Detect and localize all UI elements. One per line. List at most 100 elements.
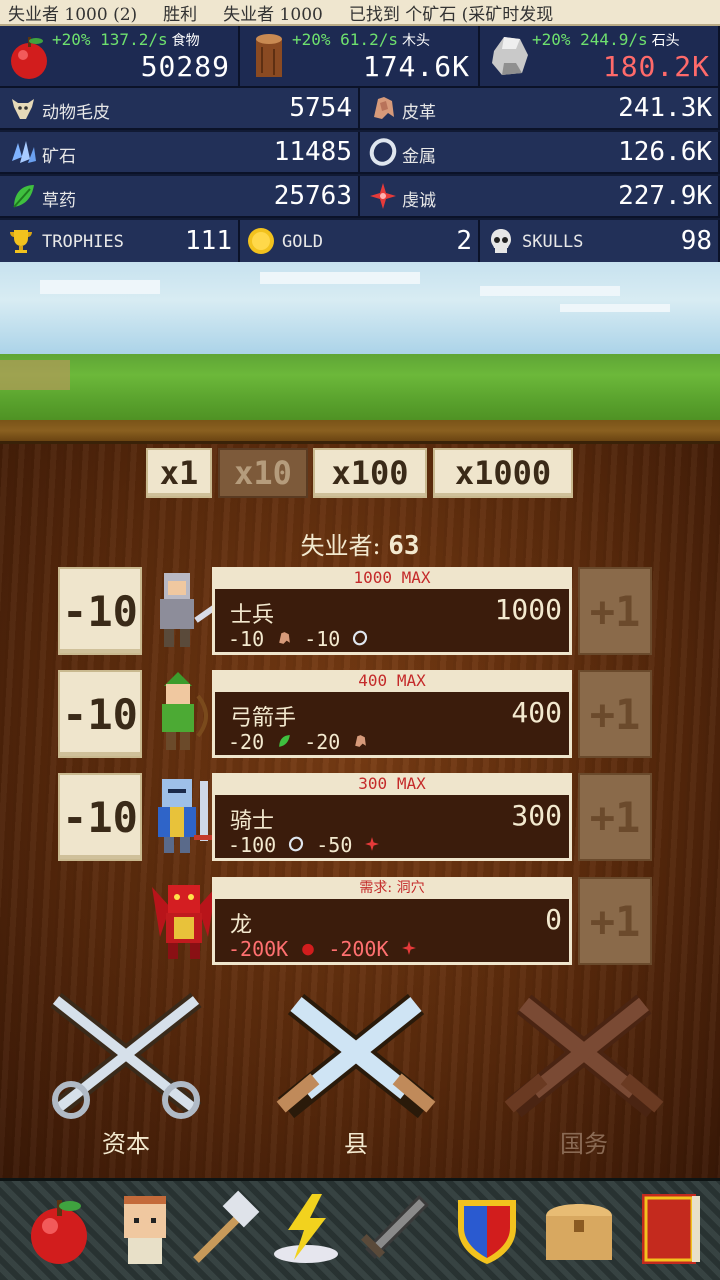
wood-label: 木头	[401, 33, 430, 49]
herb-icon	[13, 185, 34, 208]
unit-card-archer: 400 MAX 弓箭手 400 -20 -20	[150, 670, 572, 758]
capital-crossed-swords-icon[interactable]	[26, 990, 226, 1130]
stone-rate: +20% 244.9/s	[532, 30, 648, 49]
unit-count: 1000	[494, 593, 562, 626]
unit-name: 士兵	[230, 603, 275, 628]
book-icon[interactable]	[632, 1190, 710, 1268]
wood-production[interactable]: +20% 61.2/s 木头 174.6K	[240, 26, 480, 88]
stone-production[interactable]: +20% 244.9/s 石头 180.2K	[480, 26, 720, 88]
nav-label-state[interactable]: 国务	[484, 1124, 684, 1159]
multiplier-x10-button[interactable]: x10	[218, 448, 308, 498]
archer-plus-button[interactable]: +1	[578, 670, 652, 758]
unit-name: 弓箭手	[230, 706, 297, 731]
unit-cost-amount: -20	[228, 730, 265, 754]
resource-ore[interactable]: 矿石 11485	[0, 132, 360, 174]
cloud	[260, 272, 420, 284]
resource-label: 皮革	[402, 103, 436, 123]
leather-icon	[374, 97, 394, 119]
status-item: 失业者 1000	[223, 4, 323, 25]
archer-minus-button[interactable]: -10	[58, 670, 142, 758]
multiplier-x100-button[interactable]: x100	[313, 448, 427, 498]
apple-icon	[302, 943, 315, 956]
metal-ring-icon	[369, 138, 397, 166]
trophy-icon	[10, 230, 32, 253]
unit-count: 300	[511, 799, 562, 832]
food-production[interactable]: +20% 137.2/s 食物 50289	[0, 26, 240, 88]
unit-max-label: 300 MAX	[212, 773, 572, 795]
resource-value: 11485	[273, 137, 352, 167]
multiplier-x1000-button[interactable]: x1000	[433, 448, 573, 498]
currency-value: 2	[456, 226, 472, 256]
resource-label: 草药	[42, 191, 76, 211]
hammer-icon[interactable]	[186, 1190, 264, 1268]
nav-label-capital[interactable]: 资本	[26, 1124, 226, 1159]
unit-count: 0	[545, 903, 562, 936]
currency-trophies[interactable]: TROPHIES 111	[0, 220, 240, 262]
ore-icon	[12, 141, 36, 163]
idle-label: 失业者:	[300, 532, 381, 560]
lightning-icon[interactable]	[266, 1190, 344, 1268]
villager-icon[interactable]	[106, 1190, 184, 1268]
unit-cost-amount: -200K	[328, 937, 389, 961]
currency-value: 111	[185, 226, 232, 256]
resource-row: 草药 25763 虔诚 227.9K	[0, 176, 720, 218]
multiplier-x1-button[interactable]: x1	[146, 448, 212, 498]
resource-metal[interactable]: 金属 126.6K	[360, 132, 720, 174]
resource-animal-hide[interactable]: 动物毛皮 5754	[0, 88, 360, 130]
shield-icon[interactable]	[448, 1190, 526, 1268]
metal-ring-icon	[289, 836, 304, 852]
resource-herb[interactable]: 草药 25763	[0, 176, 360, 218]
resource-value: 126.6K	[618, 137, 712, 167]
knight-portrait-icon	[158, 779, 214, 853]
stone-label: 石头	[651, 33, 680, 49]
currency-skulls[interactable]: SKULLS 98	[480, 220, 720, 262]
chest-icon[interactable]	[540, 1190, 618, 1268]
landscape-scene	[0, 262, 720, 444]
faith-icon	[370, 183, 396, 209]
archer-portrait-icon	[162, 672, 208, 750]
knight-minus-button[interactable]: -10	[58, 773, 142, 861]
apple-icon	[11, 37, 47, 79]
dirt-path	[0, 360, 70, 390]
unit-cost-amount: -200K	[228, 937, 289, 961]
resource-value: 241.3K	[618, 93, 712, 123]
resource-faith[interactable]: 虔诚 227.9K	[360, 176, 720, 218]
unit-name: 骑士	[230, 809, 275, 834]
county-crossed-swords-icon[interactable]	[256, 990, 456, 1130]
resource-leather[interactable]: 皮革 241.3K	[360, 88, 720, 130]
resource-label: 动物毛皮	[42, 103, 110, 123]
currency-gold[interactable]: GOLD 2	[240, 220, 480, 262]
unit-name: 龙	[230, 913, 253, 938]
resource-value: 25763	[273, 181, 352, 211]
animal-hide-icon	[12, 99, 34, 119]
idle-counter: 失业者: 63	[0, 526, 720, 561]
unit-card-knight: 300 MAX 骑士 300 -100 -50	[150, 773, 572, 861]
unit-card-soldier: 1000 MAX 士兵 1000 -10 -10	[150, 567, 572, 655]
soldier-plus-button[interactable]: +1	[578, 567, 652, 655]
currency-label: TROPHIES	[42, 232, 124, 252]
knight-plus-button[interactable]: +1	[578, 773, 652, 861]
currency-label: SKULLS	[522, 232, 584, 252]
resource-label: 矿石	[42, 147, 76, 167]
soldier-minus-button[interactable]: -10	[58, 567, 142, 655]
unit-cost-amount: -10	[228, 627, 265, 651]
sword-icon[interactable]	[356, 1190, 434, 1268]
dragon-plus-button[interactable]: +1	[578, 877, 652, 965]
currency-row: TROPHIES 111 GOLD 2 SKULLS 98	[0, 220, 720, 262]
status-item: 失业者 1000 (2)	[8, 4, 138, 25]
unit-cost-amount: -20	[304, 730, 341, 754]
nav-label-county[interactable]: 县	[256, 1124, 456, 1159]
resource-row: 动物毛皮 5754 皮革 241.3K	[0, 88, 720, 130]
unit-cost: -20 -20	[228, 730, 368, 754]
food-label: 食物	[171, 33, 200, 49]
resource-label: 虔诚	[402, 191, 436, 211]
faith-icon	[401, 941, 416, 955]
state-crossed-swords-icon[interactable]	[484, 990, 684, 1130]
dirt-ground	[0, 420, 720, 444]
unit-max-label: 1000 MAX	[212, 567, 572, 589]
apple-icon[interactable]	[20, 1190, 98, 1268]
status-bar: 失业者 1000 (2) 胜利 失业者 1000 已找到 个矿石 (采矿时发现	[0, 0, 720, 26]
cloud	[480, 286, 620, 296]
stone-amount: 180.2K	[602, 50, 710, 83]
resource-label: 金属	[402, 147, 436, 167]
